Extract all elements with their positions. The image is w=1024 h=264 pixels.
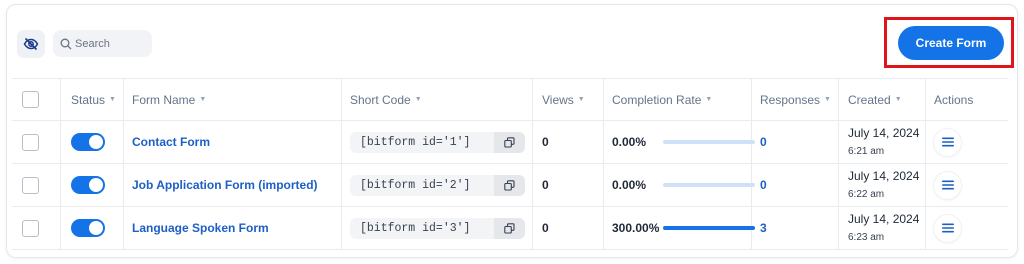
search-input[interactable] [75,37,150,50]
form-name-link[interactable]: Contact Form [132,135,210,149]
responses-link[interactable]: 3 [760,207,767,249]
completion-bar [663,140,755,144]
row-actions-button[interactable] [934,128,961,156]
select-all-checkbox[interactable] [22,91,39,108]
completion-rate-text: 300.00% [612,221,660,235]
sort-caret-icon: ▼ [414,96,422,103]
search-box[interactable] [53,30,152,57]
views-count: 0 [542,135,549,149]
row-actions-button[interactable] [934,214,961,242]
eye-off-icon [23,37,39,51]
created-time: 6:21 am [848,146,885,157]
form-name-link[interactable]: Language Spoken Form [132,221,269,235]
header-status[interactable]: Status ▼ [71,79,116,120]
header-form-name[interactable]: Form Name ▼ [132,79,206,120]
copy-button[interactable] [494,174,525,196]
status-toggle[interactable] [71,133,105,151]
created-cell: July 14, 2024 6:21 am [848,121,919,163]
table-row: Contact Form [bitform id='1'] 0 0.00% 0 … [12,121,1008,164]
sort-caret-icon: ▼ [577,96,585,103]
menu-icon [941,137,954,147]
form-name-link[interactable]: Job Application Form (imported) [132,178,318,192]
created-date: July 14, 2024 [848,126,920,140]
row-checkbox[interactable] [22,133,39,151]
header-views[interactable]: Views ▼ [542,79,585,120]
header-short-code[interactable]: Short Code ▼ [350,79,422,120]
short-code-text: [bitform id='3'] [360,221,471,235]
header-actions: Actions [934,92,974,107]
created-time: 6:23 am [848,232,885,243]
responses-link[interactable]: 0 [760,121,767,163]
header-responses[interactable]: Responses ▼ [760,79,831,120]
short-code-field: [bitform id='3'] [350,217,525,239]
search-icon [60,38,72,49]
create-form-button[interactable]: Create Form [898,26,1004,60]
menu-icon [941,180,954,190]
created-cell: July 14, 2024 6:22 am [848,164,919,206]
status-toggle[interactable] [71,219,105,237]
copy-button[interactable] [494,217,525,239]
sort-caret-icon: ▼ [109,96,116,103]
sort-caret-icon: ▼ [199,96,207,103]
header-created[interactable]: Created ▼ [848,79,902,120]
row-checkbox[interactable] [22,219,39,237]
short-code-text: [bitform id='2'] [360,178,471,192]
sort-caret-icon: ▼ [705,96,713,103]
table-row: Job Application Form (imported) [bitform… [12,164,1008,207]
table-row: Language Spoken Form [bitform id='3'] 0 … [12,207,1008,250]
completion-bar [663,226,755,230]
created-date: July 14, 2024 [848,169,920,183]
toggle-columns-button[interactable] [17,30,45,58]
sort-caret-icon: ▼ [824,96,831,103]
sort-caret-icon: ▼ [894,96,902,103]
completion-bar [663,183,755,187]
copy-icon [504,136,515,148]
views-count: 0 [542,221,549,235]
responses-link[interactable]: 0 [760,164,767,206]
views-count: 0 [542,178,549,192]
created-cell: July 14, 2024 6:23 am [848,207,919,249]
completion-rate-text: 0.00% [612,178,647,192]
menu-icon [941,223,954,233]
completion-rate-text: 0.00% [612,135,647,149]
header-completion-rate[interactable]: Completion Rate ▼ [612,79,712,120]
copy-icon [504,179,515,191]
short-code-text: [bitform id='1'] [360,135,471,149]
copy-icon [504,222,515,234]
short-code-field: [bitform id='2'] [350,174,525,196]
created-time: 6:22 am [848,189,885,200]
row-actions-button[interactable] [934,171,961,199]
completion-bar-fill [663,226,755,230]
created-date: July 14, 2024 [848,212,920,226]
short-code-field: [bitform id='1'] [350,131,525,153]
copy-button[interactable] [494,131,525,153]
table-header-row: Status ▼ Form Name ▼ Short Code ▼ Views ▼ Co… [12,78,1008,121]
status-toggle[interactable] [71,176,105,194]
row-checkbox[interactable] [22,176,39,194]
forms-table: Status ▼ Form Name ▼ Short Code ▼ Views ▼ Co… [12,78,1008,250]
